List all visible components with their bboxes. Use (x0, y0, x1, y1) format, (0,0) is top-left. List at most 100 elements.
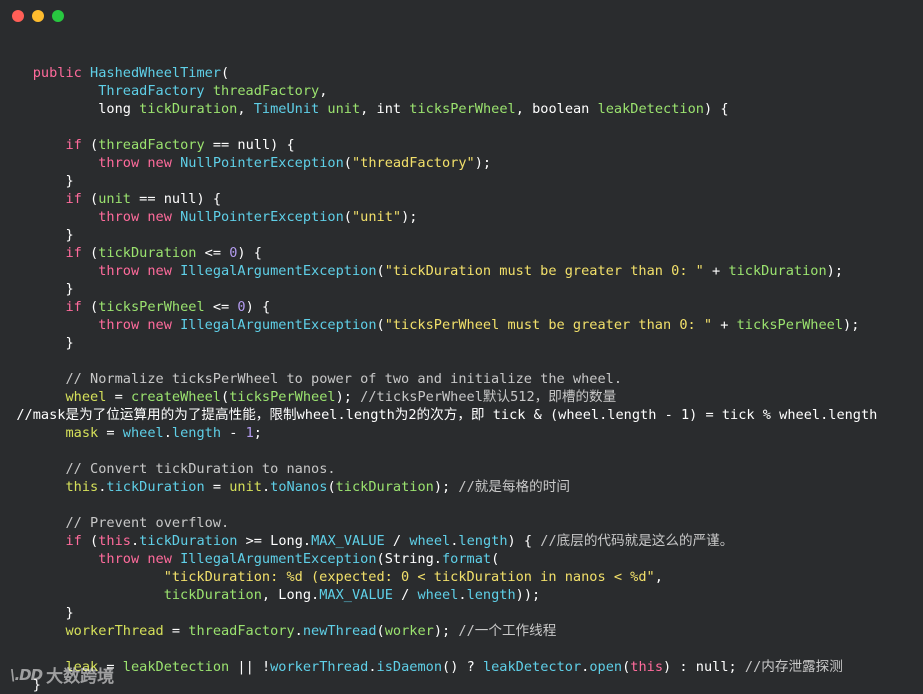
code-line: public HashedWheelTimer( (0, 64, 923, 82)
code-line (0, 46, 923, 64)
code-token: . (311, 587, 320, 603)
code-line: throw new IllegalArgumentException(Strin… (0, 550, 923, 568)
code-token: . (302, 533, 312, 549)
code-token: ( (376, 317, 385, 333)
code-line: tickDuration, Long.MAX_VALUE / wheel.len… (0, 586, 923, 604)
code-token: , (237, 101, 254, 117)
code-token: new (147, 155, 172, 171)
code-token: unit (229, 479, 262, 495)
code-token: tickDuration (139, 533, 238, 549)
code-line: // Prevent overflow. (0, 514, 923, 532)
code-line: if (this.tickDuration >= Long.MAX_VALUE … (0, 532, 923, 550)
code-token: "unit" (351, 209, 402, 225)
code-token: MAX_VALUE (311, 533, 385, 549)
code-token: tickDuration (335, 479, 434, 495)
traffic-lights (12, 10, 64, 22)
code-token: tickDuration (139, 101, 238, 117)
code-token: "tickDuration must be greater than 0: " (384, 263, 704, 279)
code-token: ( (221, 389, 230, 405)
code-token: throw (98, 317, 140, 333)
code-token: leakDetection (597, 101, 704, 117)
code-token: new (147, 263, 172, 279)
code-token: IllegalArgumentException (180, 551, 377, 567)
code-token: Long (270, 533, 303, 549)
code-token: >= (237, 533, 271, 549)
code-token: , (360, 101, 377, 117)
code-token: ticksPerWheel (229, 389, 336, 405)
minimize-window-button[interactable] (32, 10, 44, 22)
code-token: ) { (270, 137, 295, 153)
code-token: ( (81, 245, 99, 261)
code-token: ( (81, 191, 99, 207)
code-token: if (65, 299, 82, 315)
code-token: new (147, 317, 172, 333)
code-token: //内存泄露探测 (744, 659, 843, 675)
code-line: } (0, 334, 923, 352)
code-token: ThreadFactory (98, 83, 205, 99)
code-token: wheel (122, 425, 164, 441)
code-block: public HashedWheelTimer( ThreadFactory t… (0, 46, 923, 694)
code-token: new (147, 209, 172, 225)
code-line: wheel = createWheel(ticksPerWheel); //ti… (0, 388, 923, 406)
code-token: // Convert tickDuration to nanos. (65, 461, 336, 477)
code-token: / (392, 587, 418, 603)
code-line: } (0, 604, 923, 622)
code-token: throw (98, 263, 140, 279)
code-token: leakDetector (482, 659, 582, 675)
code-token: ); (433, 479, 459, 495)
watermark-logo: \.DD (10, 665, 43, 684)
code-line: long tickDuration, TimeUnit unit, int ti… (0, 100, 923, 118)
code-token: ( (221, 65, 230, 81)
watermark: \.DD 大数跨境 (10, 662, 114, 688)
code-token: "tickDuration: %d (expected: 0 < tickDur… (163, 569, 655, 585)
code-token: if (65, 245, 82, 261)
code-token: . (261, 479, 271, 495)
code-token: ; (728, 659, 745, 675)
code-token: wheel (417, 587, 459, 603)
code-token: ); (433, 623, 459, 639)
code-token: IllegalArgumentException (180, 263, 377, 279)
code-line: } (0, 172, 923, 190)
code-token: )); (515, 587, 541, 603)
code-token: // Prevent overflow. (65, 515, 230, 531)
code-token: Long (278, 587, 312, 603)
code-line: workerThread = threadFactory.newThread(w… (0, 622, 923, 640)
maximize-window-button[interactable] (52, 10, 64, 22)
code-line: ThreadFactory threadFactory, (0, 82, 923, 100)
code-line: if (threadFactory == null) { (0, 136, 923, 154)
code-token: //底层的代码就是这么的严谨。 (540, 533, 734, 549)
code-token: long (98, 101, 131, 117)
code-token: } (0, 335, 74, 351)
code-token: this (630, 659, 664, 675)
code-token: ticksPerWheel (409, 101, 516, 117)
code-token: isDaemon (376, 659, 443, 675)
code-token: } (0, 605, 74, 621)
code-token: this (65, 479, 99, 495)
code-token: MAX_VALUE (319, 587, 393, 603)
code-token: tickDuration (98, 245, 197, 261)
code-token: ( (327, 479, 336, 495)
code-token: ( (376, 263, 385, 279)
code-line: throw new NullPointerException("threadFa… (0, 154, 923, 172)
code-token: null (163, 191, 197, 207)
code-token: ( (491, 551, 500, 567)
code-token: //就是每格的时间 (458, 479, 570, 495)
code-token: ); (843, 317, 860, 333)
close-window-button[interactable] (12, 10, 24, 22)
code-token: open (589, 659, 623, 675)
code-token: wheel (409, 533, 451, 549)
